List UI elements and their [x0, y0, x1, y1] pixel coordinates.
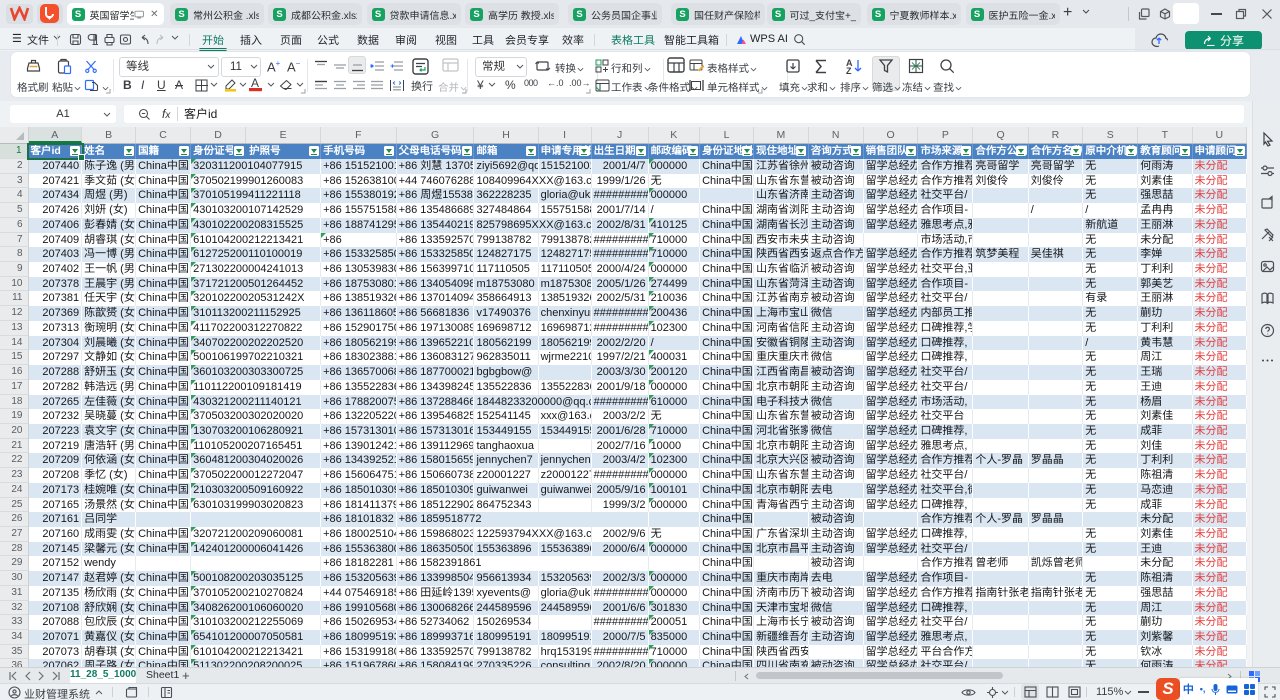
svg-text:Z: Z [846, 66, 852, 74]
